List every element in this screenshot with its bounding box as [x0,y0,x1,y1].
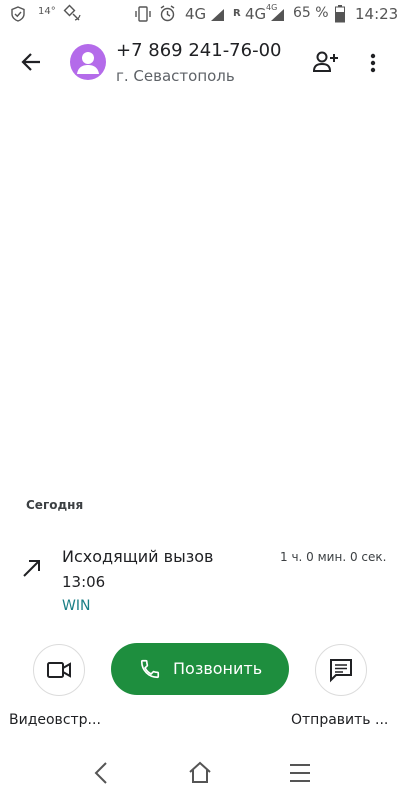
alarm-icon [158,4,177,27]
person-icon [77,52,99,74]
nav-home-icon [189,761,211,783]
video-call-button[interactable] [33,644,85,696]
avatar[interactable] [70,44,106,80]
call-time: 13:06 [62,573,106,591]
videocam-icon [47,662,71,678]
network-label-2: 4G [245,5,267,23]
nav-back-icon [94,762,107,784]
status-bar: 14° 4G R 4G 4G 65 % 14:23 [0,0,400,28]
add-person-icon [312,51,338,72]
call-button[interactable]: Позвонить [111,643,289,695]
message-icon [330,659,352,683]
signal-icon [210,7,225,26]
add-contact-button[interactable] [312,49,340,75]
battery-icon [335,5,345,27]
contact-location: г. Севастополь [116,67,235,85]
satellite-icon [63,4,83,26]
section-header: Сегодня [26,498,84,512]
phone-icon [140,659,160,679]
send-message-label[interactable]: Отправить ... [291,712,388,728]
vibrate-icon [134,5,152,27]
back-button[interactable] [18,48,46,76]
call-sim: WIN [62,598,91,614]
shield-check-icon [10,6,26,26]
more-options-button[interactable] [364,50,382,76]
more-vert-icon [370,53,376,73]
video-call-label[interactable]: Видеовстр... [9,712,101,728]
call-type: Исходящий вызов [62,547,214,566]
nav-recents-button[interactable] [287,760,313,786]
send-message-button[interactable] [315,644,367,696]
nav-home-button[interactable] [187,760,213,786]
nav-back-button[interactable] [88,760,114,786]
roaming-label: R [233,8,241,19]
temperature: 14° [38,6,56,17]
outgoing-call-icon [20,556,44,580]
call-button-label: Позвонить [173,659,263,678]
nav-recents-icon [290,764,310,782]
battery-percent: 65 % [293,5,329,21]
clock: 14:23 [355,5,399,23]
signal-icon-2 [270,7,285,26]
network-label-1: 4G [185,5,207,23]
contact-phone: +7 869 241-76-00 [116,40,282,61]
call-duration: 1 ч. 0 мин. 0 сек. [280,550,387,564]
back-arrow-icon [21,53,40,71]
